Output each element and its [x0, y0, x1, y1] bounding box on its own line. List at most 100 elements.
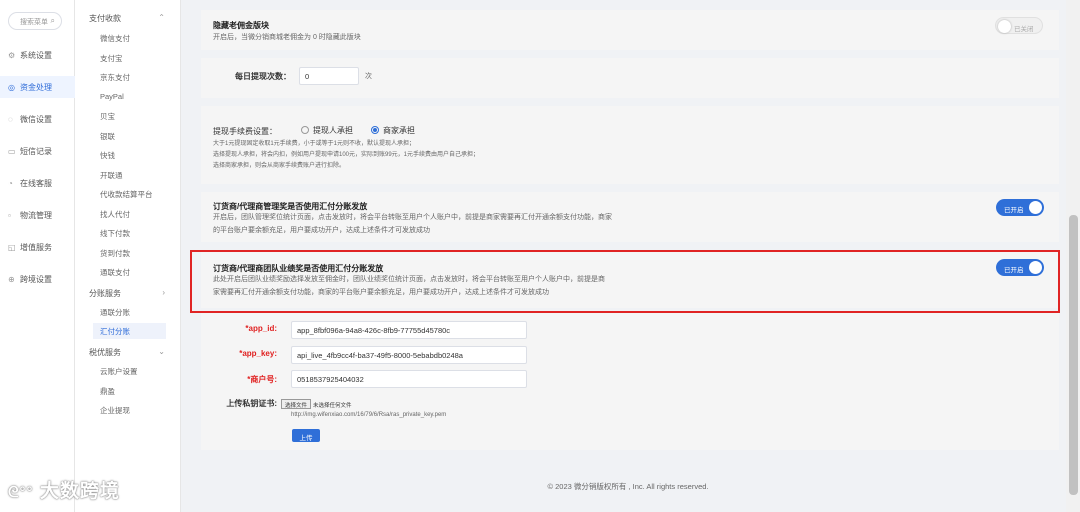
- nav-label: 微信设置: [20, 115, 52, 124]
- nav-label: 短信记录: [20, 147, 52, 156]
- sub-item[interactable]: 通联支付: [93, 264, 166, 280]
- left-nav: 搜索菜单 ⌕ ⚙ 系统设置 ◎ 资金处理 ◌ 微信设置 ▭ 短信记录 ◔ 在线客服 ▫ 物流…: [0, 0, 75, 512]
- sub-item[interactable]: 货到付款: [93, 245, 166, 261]
- sub-item[interactable]: 京东支付: [93, 69, 166, 85]
- cert-label: 上传私钥证书:: [226, 399, 277, 408]
- card-title: 隐藏老佣金版块: [213, 21, 269, 30]
- management-award-card: 订货商/代理商管理奖是否使用汇付分账发放 开启后，团队管理奖位统计页面，点击发放…: [201, 192, 1059, 242]
- toggle-knob: [998, 20, 1011, 33]
- headset-icon: ◔: [8, 179, 13, 188]
- radio-withdrawer[interactable]: 提现人承担: [301, 125, 353, 136]
- toggle-label: 已关闭: [1014, 26, 1034, 33]
- sub-item[interactable]: 线下付款: [93, 225, 166, 241]
- card-desc: 开启后，团队管理奖位统计页面，点击发放时，将会平台转账至用户个人账户中，前提是商…: [213, 211, 612, 237]
- scrollbar-thumb[interactable]: [1069, 215, 1078, 495]
- sub-item[interactable]: 代收款结算平台: [93, 186, 166, 202]
- radio-label: 商家承担: [383, 126, 415, 135]
- field-label: 每日提现次数：: [235, 72, 291, 81]
- desc-line: 大于1元提现固定收取1元手续费，小于或等于1元则不收，默认提现人承担；: [213, 141, 416, 147]
- toggle-label: 已开启: [1004, 207, 1024, 214]
- merchant-input[interactable]: 0518537925404032: [291, 370, 527, 388]
- nav-item-sms[interactable]: ▭ 短信记录: [0, 140, 75, 162]
- sub-item[interactable]: 银联: [93, 128, 166, 144]
- sub-item[interactable]: 微信支付: [93, 30, 166, 46]
- sub-item[interactable]: 开联通: [93, 167, 166, 183]
- desc-line: 选择提现人承担，将会内扣，例如用户提现申请100元，实际到账99元，1元手续费由…: [213, 152, 480, 158]
- group-split[interactable]: 分账服务 ›: [89, 288, 175, 299]
- nav-label: 物流管理: [20, 211, 52, 220]
- watermark-text: 大数跨境: [39, 481, 120, 502]
- nav-label: 资金处理: [20, 83, 52, 92]
- sub-item[interactable]: 贝宝: [93, 108, 166, 124]
- cert-path: http://img.wifenxiao.com/16/79/6/Rsa/ras…: [291, 412, 447, 418]
- sub-item[interactable]: PayPal: [93, 89, 166, 105]
- nav-item-logistics[interactable]: ▫ 物流管理: [0, 204, 75, 226]
- chevron-up-icon: ⌃: [158, 13, 165, 22]
- card-desc: 开启后，当微分销商城老佣金为 0 时隐藏此版块: [213, 34, 361, 41]
- radio-merchant[interactable]: 商家承担: [371, 125, 415, 136]
- chevron-right-icon: ›: [162, 288, 165, 297]
- nav-item-crossborder[interactable]: ⊕ 跨境设置: [0, 268, 75, 290]
- sub-item[interactable]: 支付宝: [93, 50, 166, 66]
- sub-item-active[interactable]: 汇付分账: [93, 323, 166, 339]
- field-label: 提现手续费设置：: [213, 127, 277, 136]
- menu-search-input[interactable]: 搜索菜单 ⌕: [8, 12, 62, 30]
- nav-item-service[interactable]: ◔ 在线客服: [0, 172, 75, 194]
- desc-line: 开启后，团队管理奖位统计页面，点击发放时，将会平台转账至用户个人账户中，前提是商…: [213, 214, 612, 221]
- nav-item-wechat[interactable]: ◌ 微信设置: [0, 108, 75, 130]
- radio-button: [301, 126, 309, 134]
- globe-icon: ⊕: [8, 275, 15, 284]
- group-label: 分账服务: [89, 289, 121, 298]
- sms-icon: ▭: [8, 147, 16, 156]
- toggle-knob: [1029, 201, 1042, 214]
- search-icon: ⌕: [50, 16, 55, 25]
- scrollbar[interactable]: [1066, 0, 1080, 512]
- group-label: 税优服务: [89, 348, 121, 357]
- watermark-logo: ᘓ°° 大数跨境: [8, 476, 120, 503]
- group-label: 支付收款: [89, 14, 121, 23]
- sub-item[interactable]: 找人代付: [93, 206, 166, 222]
- group-tax[interactable]: 税优服务 ⌄: [89, 347, 175, 358]
- sub-item[interactable]: 云账户设置: [93, 363, 166, 379]
- sub-item[interactable]: 企业提现: [93, 402, 166, 418]
- hide-commission-card: 隐藏老佣金版块 开启后，当微分销商城老佣金为 0 时隐藏此版块 已关闭: [201, 10, 1059, 50]
- chevron-down-icon: ⌄: [158, 347, 165, 356]
- nav-item-value-added[interactable]: ◱ 增值服务: [0, 236, 75, 258]
- app-key-input[interactable]: api_live_4fb9cc4f-ba37-49f5-8000-5ebabdb…: [291, 346, 527, 364]
- group-payment[interactable]: 支付收款 ⌃: [89, 13, 175, 24]
- upload-button[interactable]: 上传: [292, 429, 320, 442]
- file-status: 未选择任何文件: [313, 403, 352, 409]
- gear-icon: ⚙: [8, 51, 16, 60]
- chart-icon: ◱: [8, 243, 16, 252]
- huifu-config-card: *app_id: app_8fbf096a-94a8-426c-8fb9-777…: [201, 312, 1059, 450]
- daily-withdraw-input[interactable]: 0: [299, 67, 359, 85]
- choose-file-button[interactable]: 选择文件: [281, 399, 312, 409]
- radio-button-selected: [371, 126, 379, 134]
- label-text: 商户号:: [250, 375, 277, 384]
- app-key-label: *app_key:: [239, 349, 277, 358]
- daily-withdraw-card: 每日提现次数： 0 次: [201, 58, 1059, 98]
- toggle-switch[interactable]: 已开启: [996, 199, 1044, 216]
- sub-item[interactable]: 鼎盈: [93, 383, 166, 399]
- app-id-label: *app_id:: [245, 324, 277, 333]
- app-id-input[interactable]: app_8fbf096a-94a8-426c-8fb9-77755d45780c: [291, 321, 527, 339]
- sub-item[interactable]: 通联分账: [93, 304, 166, 320]
- label-text: app_id:: [248, 324, 277, 333]
- highlight-box: [190, 250, 1060, 313]
- fee-setting-card: 提现手续费设置： 提现人承担 商家承担 大于1元提现固定收取1元手续费，小于或等…: [201, 106, 1059, 184]
- truck-icon: ▫: [8, 211, 11, 220]
- search-placeholder: 搜索菜单: [20, 19, 48, 26]
- fee-desc: 大于1元提现固定收取1元手续费，小于或等于1元则不收，默认提现人承担； 选择提现…: [213, 139, 479, 172]
- logo-icon: ᘓ°°: [8, 484, 34, 501]
- wechat-icon: ◌: [8, 115, 13, 124]
- money-icon: ◎: [8, 83, 15, 92]
- nav-label: 在线客服: [20, 179, 52, 188]
- toggle-switch[interactable]: 已关闭: [995, 17, 1043, 34]
- nav-item-system[interactable]: ⚙ 系统设置: [0, 44, 75, 66]
- nav-label: 增值服务: [20, 243, 52, 252]
- sub-item[interactable]: 快钱: [93, 147, 166, 163]
- nav-label: 系统设置: [20, 51, 52, 60]
- nav-item-funds[interactable]: ◎ 资金处理: [0, 76, 75, 98]
- desc-line: 的平台账户要余额充足，用户要成功开户，达成上述条件才可发放成功: [213, 227, 430, 234]
- label-text: app_key:: [242, 349, 277, 358]
